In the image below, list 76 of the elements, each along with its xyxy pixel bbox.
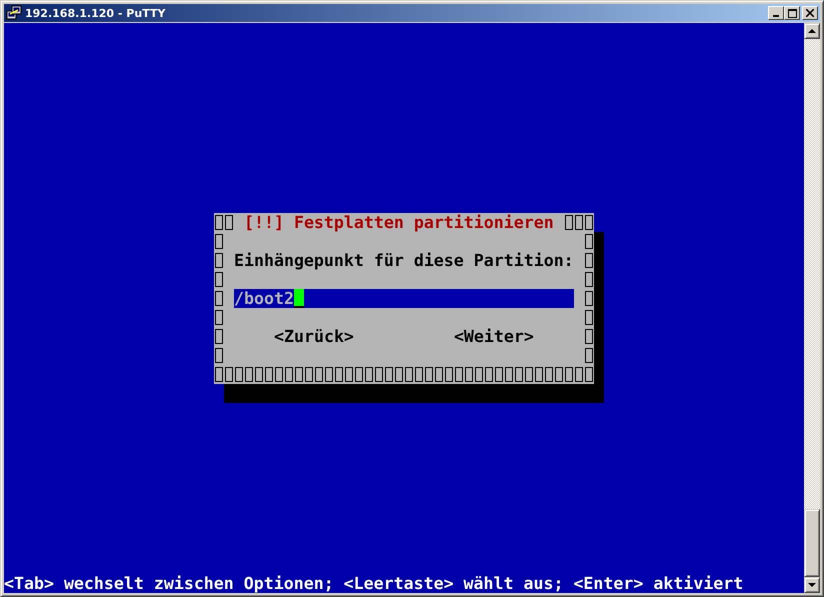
box-glyph-icon: [485, 367, 493, 382]
box-glyph-icon: [355, 367, 363, 382]
box-glyph-icon: [395, 367, 403, 382]
box-glyph-icon: [375, 367, 383, 382]
box-glyph-icon: [545, 367, 553, 382]
box-glyph-icon: [335, 367, 343, 382]
box-glyph-icon: [305, 367, 313, 382]
prompt-label: Einhängepunkt für diese Partition:: [234, 251, 574, 270]
box-glyph-icon: [295, 367, 303, 382]
box-glyph-icon: [525, 367, 533, 382]
box-glyph-icon: [215, 329, 223, 344]
box-glyph-icon: [315, 367, 323, 382]
scroll-thumb[interactable]: [804, 509, 820, 577]
box-glyph-icon: [255, 367, 263, 382]
box-glyph-icon: [565, 367, 573, 382]
scroll-up-button[interactable]: [804, 23, 820, 39]
box-glyph-icon: [245, 367, 253, 382]
box-glyph-icon: [575, 367, 583, 382]
box-glyph-icon: [215, 215, 223, 230]
box-glyph-icon: [585, 310, 593, 325]
terminal-app-icon: [6, 5, 22, 21]
box-glyph-icon: [275, 367, 283, 382]
box-glyph-icon: [565, 215, 573, 230]
box-glyph-icon: [415, 367, 423, 382]
up-arrow-icon: [808, 28, 816, 34]
box-glyph-icon: [215, 272, 223, 287]
box-glyph-icon: [475, 367, 483, 382]
box-glyph-icon: [345, 367, 353, 382]
input-field[interactable]: /boot2: [234, 289, 574, 308]
box-glyph-icon: [465, 367, 473, 382]
box-glyph-icon: [575, 215, 583, 230]
box-glyph-icon: [215, 310, 223, 325]
dialog-button[interactable]: <Weiter>: [454, 327, 534, 346]
box-glyph-icon: [585, 234, 593, 249]
box-glyph-icon: [585, 291, 593, 306]
box-glyph-icon: [495, 367, 503, 382]
scrollbar[interactable]: [804, 23, 820, 593]
box-glyph-icon: [585, 367, 593, 382]
box-glyph-icon: [215, 348, 223, 363]
box-glyph-icon: [585, 272, 593, 287]
box-glyph-icon: [285, 367, 293, 382]
box-glyph-icon: [535, 367, 543, 382]
close-button[interactable]: [802, 6, 818, 20]
box-glyph-icon: [365, 367, 373, 382]
box-glyph-icon: [585, 348, 593, 363]
box-glyph-icon: [235, 367, 243, 382]
box-glyph-icon: [515, 367, 523, 382]
box-glyph-icon: [215, 291, 223, 306]
maximize-button[interactable]: [784, 6, 800, 20]
box-glyph-icon: [505, 367, 513, 382]
box-glyph-icon: [215, 253, 223, 268]
box-glyph-icon: [385, 367, 393, 382]
down-arrow-icon: [808, 582, 816, 588]
dialog-button[interactable]: <Zurück>: [274, 327, 354, 346]
box-glyph-icon: [585, 215, 593, 230]
window-title: 192.168.1.120 - PuTTY: [25, 6, 166, 20]
dialog-title: [!!] Festplatten partitionieren: [244, 213, 554, 232]
status-line: <Tab> wechselt zwischen Optionen; <Leertaste> wählt aus; <Enter> aktiviert: [4, 574, 744, 593]
box-glyph-icon: [585, 253, 593, 268]
box-glyph-icon: [225, 215, 233, 230]
box-glyph-icon: [585, 329, 593, 344]
box-glyph-icon: [435, 367, 443, 382]
box-glyph-icon: [325, 367, 333, 382]
box-glyph-icon: [445, 367, 453, 382]
maximize-icon: [788, 8, 796, 18]
box-glyph-icon: [215, 234, 223, 249]
box-glyph-icon: [455, 367, 463, 382]
box-glyph-icon: [425, 367, 433, 382]
box-glyph-icon: [215, 367, 223, 382]
close-icon: [806, 9, 814, 17]
scroll-down-button[interactable]: [804, 577, 820, 593]
box-glyph-icon: [405, 367, 413, 382]
box-glyph-icon: [265, 367, 273, 382]
box-glyph-icon: [555, 367, 563, 382]
minimize-button[interactable]: [768, 6, 784, 20]
box-glyph-icon: [225, 367, 233, 382]
